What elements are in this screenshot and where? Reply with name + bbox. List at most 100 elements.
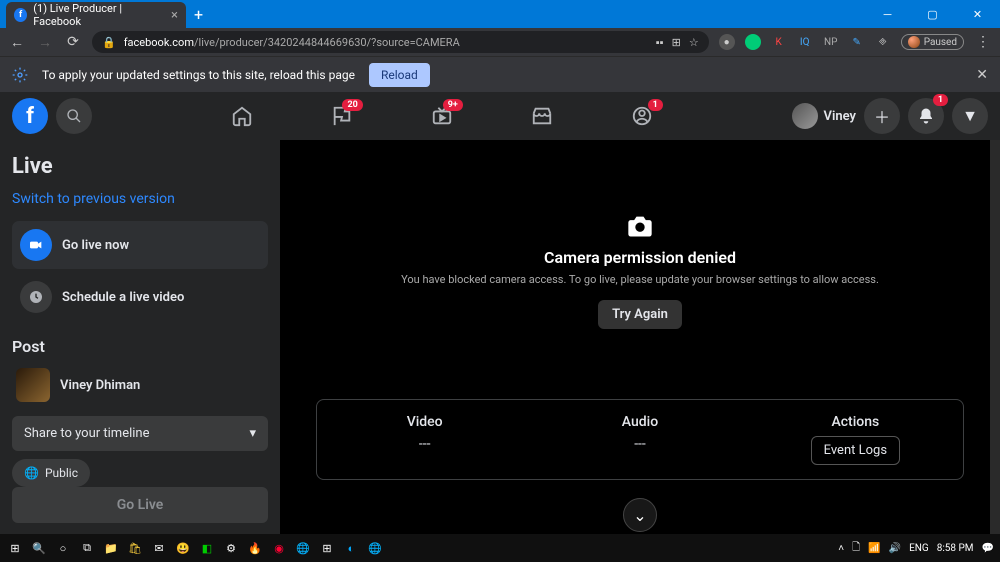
- system-tray[interactable]: ˄ 🗋 📶 🔊 ENG 8:58 PM 💬: [838, 540, 994, 557]
- profile-paused-pill[interactable]: Paused: [901, 34, 964, 50]
- app-icon-6[interactable]: ◧: [198, 539, 216, 557]
- install-icon[interactable]: ⊞: [672, 36, 681, 49]
- search-button[interactable]: [56, 98, 92, 134]
- actions-col: Actions Event Logs: [748, 400, 963, 479]
- main-pane: Camera permission denied You have blocke…: [280, 140, 1000, 534]
- forward-button[interactable]: →: [36, 34, 54, 51]
- extension-iq[interactable]: IQ: [797, 34, 813, 50]
- minimize-button[interactable]: ─: [865, 0, 910, 28]
- store-icon: [531, 105, 553, 127]
- extension-1[interactable]: ●: [719, 34, 735, 50]
- firefox-icon[interactable]: 🔥: [246, 539, 264, 557]
- event-logs-button[interactable]: Event Logs: [811, 436, 900, 465]
- go-live-now-item[interactable]: Go live now: [12, 221, 268, 269]
- url-input[interactable]: 🔒 facebook.com/live/producer/34202448446…: [92, 31, 709, 53]
- extension-k[interactable]: K: [771, 34, 787, 50]
- notifications-badge: 1: [933, 94, 948, 106]
- edge-icon[interactable]: ◐: [342, 539, 360, 557]
- groups-badge: 1: [648, 99, 663, 111]
- wifi-icon[interactable]: 📶: [868, 543, 880, 554]
- infobar-close-icon[interactable]: ✕: [976, 67, 988, 83]
- store-taskbar-icon[interactable]: 🛍: [126, 539, 144, 557]
- audio-status-col: Audio ---: [532, 400, 747, 479]
- browser-tab[interactable]: f (1) Live Producer | Facebook ×: [6, 2, 186, 28]
- facebook-logo[interactable]: f: [12, 98, 48, 134]
- user-item[interactable]: Viney Dhiman: [12, 362, 268, 408]
- volume-icon[interactable]: 🔊: [889, 543, 901, 554]
- explorer-icon[interactable]: 📁: [102, 539, 120, 557]
- mail-icon[interactable]: ✉: [150, 539, 168, 557]
- microsoft-icon[interactable]: ⊞: [318, 539, 336, 557]
- language-indicator[interactable]: ENG: [909, 543, 929, 554]
- globe-icon: 🌐: [24, 466, 39, 480]
- gear-icon: [12, 67, 28, 83]
- extension-np[interactable]: NP: [823, 34, 839, 50]
- search-taskbar-icon[interactable]: 🔍: [30, 539, 48, 557]
- battery-icon[interactable]: 🗋: [852, 540, 860, 557]
- share-label: Share to your timeline: [24, 426, 150, 441]
- account-menu-button[interactable]: ▼: [952, 98, 988, 134]
- marketplace-tab[interactable]: [517, 105, 567, 127]
- profile-avatar-icon: [908, 36, 920, 48]
- new-tab-button[interactable]: +: [194, 5, 203, 24]
- audio-value: ---: [542, 436, 737, 452]
- app-icon-5[interactable]: 😃: [174, 539, 192, 557]
- switch-version-link[interactable]: Switch to previous version: [12, 191, 268, 207]
- expand-panel-button[interactable]: ⌄: [623, 498, 657, 532]
- extension-pen[interactable]: ✎: [849, 34, 865, 50]
- reload-page-button[interactable]: Reload: [369, 63, 430, 87]
- close-window-button[interactable]: ✕: [955, 0, 1000, 28]
- action-center-icon[interactable]: 💬: [982, 543, 994, 554]
- lock-icon: 🔒: [102, 36, 116, 49]
- audio-heading: Audio: [542, 414, 737, 430]
- chevron-down-icon: ⌄: [633, 506, 646, 525]
- window-titlebar: f (1) Live Producer | Facebook × + ─ ▢ ✕: [0, 0, 1000, 28]
- bookmark-icon[interactable]: ☆: [689, 36, 699, 49]
- privacy-selector[interactable]: 🌐 Public: [12, 459, 90, 487]
- watch-badge: 9+: [443, 99, 463, 111]
- camera-icon: [626, 214, 654, 238]
- create-button[interactable]: ＋: [864, 98, 900, 134]
- camera-blocked-icon[interactable]: ▪▪: [656, 36, 664, 49]
- share-destination-select[interactable]: Share to your timeline ▾: [12, 416, 268, 451]
- extension-pink[interactable]: 🞜: [875, 34, 891, 50]
- bell-icon: [917, 107, 935, 125]
- back-button[interactable]: ←: [8, 34, 26, 51]
- tab-strip: f (1) Live Producer | Facebook × +: [0, 0, 203, 28]
- schedule-label: Schedule a live video: [62, 290, 184, 305]
- home-tab[interactable]: [217, 105, 267, 127]
- watch-tab[interactable]: 9+: [417, 105, 467, 127]
- clock-icon: [20, 281, 52, 313]
- chrome-icon[interactable]: 🌐: [366, 539, 384, 557]
- maximize-button[interactable]: ▢: [910, 0, 955, 28]
- reload-button[interactable]: ⟳: [64, 34, 82, 50]
- tab-close-icon[interactable]: ×: [171, 8, 178, 23]
- groups-tab[interactable]: 1: [617, 105, 667, 127]
- clock[interactable]: 8:58 PM: [937, 543, 974, 554]
- profile-chip[interactable]: Viney: [792, 103, 856, 129]
- paused-label: Paused: [924, 37, 957, 48]
- cortana-icon[interactable]: ○: [54, 539, 72, 557]
- nav-right: Viney ＋ 1 ▼: [792, 98, 988, 134]
- chevron-down-icon: ▼: [962, 106, 978, 126]
- video-heading: Video: [327, 414, 522, 430]
- try-again-button[interactable]: Try Again: [598, 300, 682, 329]
- tray-chevron-icon[interactable]: ˄: [838, 543, 844, 554]
- start-button[interactable]: ⊞: [6, 539, 24, 557]
- sidebar-title: Live: [12, 154, 268, 179]
- app-icon-8[interactable]: ◉: [270, 539, 288, 557]
- schedule-item[interactable]: Schedule a live video: [12, 273, 268, 321]
- pages-tab[interactable]: 20: [317, 105, 367, 127]
- chrome-canary-icon[interactable]: 🌐: [294, 539, 312, 557]
- nav-tabs: 20 9+ 1: [92, 105, 792, 127]
- profile-name: Viney: [824, 109, 856, 124]
- settings-taskbar-icon[interactable]: ⚙: [222, 539, 240, 557]
- taskview-icon[interactable]: ⧉: [78, 539, 96, 557]
- go-live-button[interactable]: Go Live: [12, 487, 268, 523]
- plus-icon: ＋: [874, 104, 890, 128]
- tab-title: (1) Live Producer | Facebook: [33, 2, 165, 28]
- facebook-top-nav: f 20 9+ 1 Viney ＋ 1 ▼: [0, 92, 1000, 140]
- chrome-menu-icon[interactable]: ⋮: [974, 34, 992, 50]
- extension-grammarly[interactable]: [745, 34, 761, 50]
- notifications-button[interactable]: 1: [908, 98, 944, 134]
